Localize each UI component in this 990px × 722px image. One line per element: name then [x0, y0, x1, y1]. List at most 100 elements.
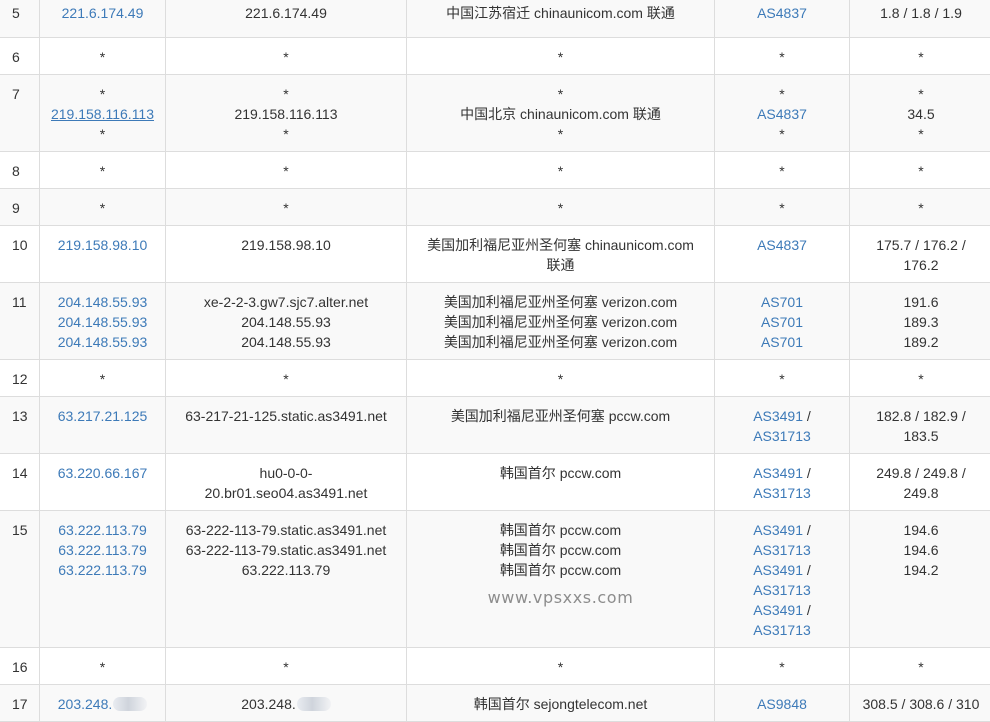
location-text: 美国加利福尼亚州圣何塞 verizon.com — [407, 292, 714, 312]
hop-number-cell: 15 — [0, 511, 40, 648]
asn-cell: AS701 AS701 AS701 — [715, 283, 850, 360]
asn-link[interactable]: AS31713 — [753, 485, 811, 501]
asn-link[interactable]: AS3491 — [753, 408, 803, 424]
timeout-marker: * — [40, 161, 165, 181]
hostname-text: 20.br01.seo04.as3491.net — [205, 485, 368, 501]
timeout-marker: * — [779, 126, 784, 142]
ip-link[interactable]: 204.148.55.93 — [40, 312, 165, 332]
asn-link[interactable]: AS3491 — [753, 522, 803, 538]
asn-link[interactable]: AS3491 — [753, 602, 803, 618]
ip-cell: 221.6.174.49 — [40, 0, 166, 38]
ip-link[interactable]: 63.222.113.79 — [40, 540, 165, 560]
hop-number: 16 — [12, 657, 39, 677]
location-text: 韩国首尔 pccw.com — [407, 463, 714, 483]
latency-text: 175.7 / 176.2 / — [850, 235, 990, 255]
latency-text: 194.6 — [850, 540, 990, 560]
location-cell: 中国江苏宿迁 chinaunicom.com 联通 — [407, 0, 715, 38]
ip-link[interactable]: 63.222.113.79 — [40, 520, 165, 540]
ip-link[interactable]: 219.158.98.10 — [40, 235, 165, 255]
ip-cell: 63.220.66.167 — [40, 454, 166, 511]
asn-line: * — [715, 124, 849, 144]
hop-number-cell: 16 — [0, 648, 40, 685]
hop-row: 1563.222.113.7963.222.113.7963.222.113.7… — [0, 511, 990, 648]
hop-row: 7*219.158.116.113**219.158.116.113**中国北京… — [0, 75, 990, 152]
ip-link[interactable]: 63.220.66.167 — [40, 463, 165, 483]
asn-link[interactable]: AS4837 — [757, 106, 807, 122]
ip-link[interactable]: 63.217.21.125 — [40, 406, 165, 426]
hop-number: 14 — [12, 463, 39, 483]
asn-link[interactable]: AS31713 — [753, 582, 811, 598]
timeout-marker: * — [40, 124, 165, 144]
hostname-text: * — [283, 163, 288, 179]
hostname-cell: * — [166, 360, 407, 397]
ip-link[interactable]: 204.148.55.93 — [40, 292, 165, 312]
timeout-marker: * — [166, 47, 406, 67]
latency-text: 191.6 — [850, 292, 990, 312]
asn-link[interactable]: AS3491 — [753, 465, 803, 481]
ip-text: 203.248. — [58, 696, 113, 712]
asn-link[interactable]: AS3491 — [753, 562, 803, 578]
location-text: 美国加利福尼亚州圣何塞 chinaunicom.com — [407, 235, 714, 255]
location-cell: *中国北京 chinaunicom.com 联通* — [407, 75, 715, 152]
hostname-cell: 219.158.98.10 — [166, 226, 407, 283]
ip-cell: 204.148.55.93204.148.55.93204.148.55.93 — [40, 283, 166, 360]
ip-text: * — [100, 163, 105, 179]
hop-row: 11204.148.55.93204.148.55.93204.148.55.9… — [0, 283, 990, 360]
hop-number-cell: 5 — [0, 0, 40, 38]
hop-row: 10219.158.98.10219.158.98.10美国加利福尼亚州圣何塞 … — [0, 226, 990, 283]
asn-line: * — [715, 161, 849, 181]
ip-link[interactable]: 203.248. — [40, 694, 165, 714]
asn-line: AS3491 / — [715, 600, 849, 620]
latency-cell: * — [850, 38, 990, 75]
asn-link[interactable]: AS4837 — [757, 5, 807, 21]
asn-link[interactable]: AS701 — [761, 294, 803, 310]
hostname-text: * — [283, 371, 288, 387]
asn-separator: / — [803, 522, 811, 538]
asn-cell: * — [715, 189, 850, 226]
asn-line: AS701 — [715, 312, 849, 332]
timeout-marker: * — [779, 86, 784, 102]
latency-cell: * — [850, 189, 990, 226]
asn-link[interactable]: AS31713 — [753, 622, 811, 638]
ip-cell: 63.217.21.125 — [40, 397, 166, 454]
hop-row: 1363.217.21.12563-217-21-125.static.as34… — [0, 397, 990, 454]
timeout-marker: * — [407, 161, 714, 181]
asn-cell: * AS4837 * — [715, 75, 850, 152]
latency-cell: * — [850, 360, 990, 397]
hostname-text: xe-2-2-3.gw7.sjc7.alter.net — [204, 294, 368, 310]
latency-text: 194.6 — [850, 520, 990, 540]
timeout-marker: * — [779, 200, 784, 216]
timeout-marker: * — [166, 369, 406, 389]
latency-cell: * — [850, 648, 990, 685]
timeout-marker: * — [166, 84, 406, 104]
asn-link[interactable]: AS31713 — [753, 542, 811, 558]
asn-link[interactable]: AS4837 — [757, 237, 807, 253]
ip-text: 63.222.113.79 — [58, 542, 147, 558]
asn-link[interactable]: AS9848 — [757, 696, 807, 712]
hop-row: 12***** — [0, 360, 990, 397]
hostname: 204.148.55.93 — [166, 312, 406, 332]
asn-cell: * — [715, 38, 850, 75]
hop-number-cell: 13 — [0, 397, 40, 454]
ip-link[interactable]: 204.148.55.93 — [40, 332, 165, 352]
asn-line: AS31713 — [715, 620, 849, 640]
asn-link[interactable]: AS701 — [761, 314, 803, 330]
asn-line: * — [715, 47, 849, 67]
location-text: 中国江苏宿迁 chinaunicom.com 联通 — [407, 3, 714, 23]
asn-line: AS31713 — [715, 580, 849, 600]
hostname-cell: 221.6.174.49 — [166, 0, 407, 38]
timeout-marker: * — [850, 47, 990, 67]
ip-cell: 63.222.113.79 63.222.113.79 63.222.113.79 — [40, 511, 166, 648]
latency-text: 34.5 — [850, 104, 990, 124]
asn-link[interactable]: AS31713 — [753, 428, 811, 444]
ip-link[interactable]: 219.158.116.113 — [40, 104, 165, 124]
hostname-text: * — [283, 200, 288, 216]
asn-link[interactable]: AS701 — [761, 334, 803, 350]
timeout-marker: * — [166, 198, 406, 218]
hop-row: 8***** — [0, 152, 990, 189]
hostname-cell: * — [166, 38, 407, 75]
ip-link[interactable]: 221.6.174.49 — [40, 3, 165, 23]
ip-link[interactable]: 63.222.113.79 — [40, 560, 165, 580]
ip-cell: * — [40, 152, 166, 189]
hostname: hu0-0-0- — [166, 463, 406, 483]
